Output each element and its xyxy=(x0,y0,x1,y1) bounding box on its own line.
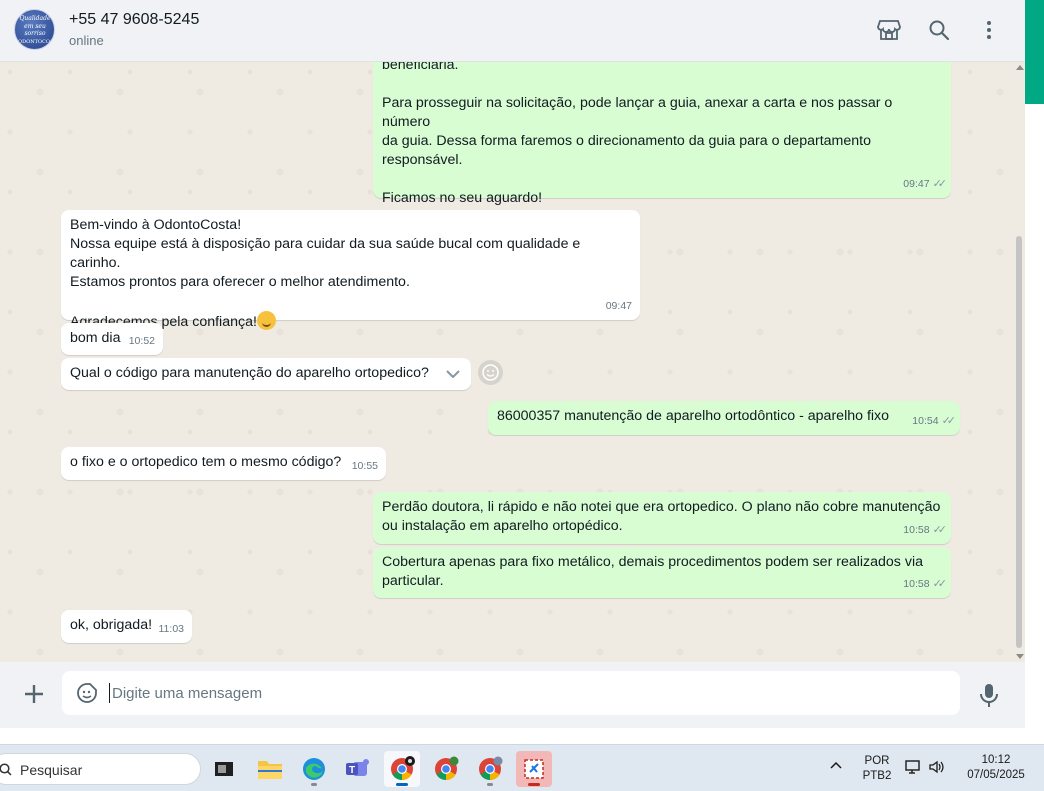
system-clock[interactable]: 10:12 07/05/2025 xyxy=(963,753,1029,783)
message-outgoing[interactable]: Perdão doutora, li rápido e não notei qu… xyxy=(373,492,951,544)
chevron-down-icon[interactable] xyxy=(445,366,461,382)
message-meta: 10:54 ✓✓ xyxy=(912,412,957,431)
contact-name[interactable]: +55 47 9608-5245 xyxy=(69,11,199,29)
chrome-profile-1-icon[interactable] xyxy=(384,751,420,787)
message-list[interactable]: beneficiária. Para prosseguir na solicit… xyxy=(0,62,1025,662)
message-text: beneficiária. Para prosseguir na solicit… xyxy=(382,62,893,206)
teams-icon[interactable]: T xyxy=(340,751,376,787)
network-icon[interactable] xyxy=(905,759,923,780)
contact-status: online xyxy=(69,33,104,48)
message-meta: 10:58 ✓✓ xyxy=(903,575,948,594)
message-meta: 10:52 xyxy=(128,335,155,347)
tray-chevron-up-icon[interactable] xyxy=(830,757,842,772)
plus-icon[interactable] xyxy=(21,681,47,707)
message-incoming[interactable]: ok, obrigada! 11:03 xyxy=(61,610,192,643)
smirk-emoji-icon xyxy=(256,311,276,330)
read-ticks-icon: ✓✓ xyxy=(932,578,948,590)
mic-icon[interactable] xyxy=(977,682,1001,708)
chrome-profile-2-icon[interactable] xyxy=(428,751,464,787)
message-text: Cobertura apenas para fixo metálico, dem… xyxy=(382,554,923,589)
taskbar-search[interactable]: Pesquisar xyxy=(0,753,201,785)
edge-browser-icon[interactable] xyxy=(296,751,332,787)
file-explorer-icon[interactable] xyxy=(252,751,288,787)
read-ticks-icon: ✓✓ xyxy=(941,415,957,427)
message-incoming[interactable]: bom dia 10:52 xyxy=(61,323,163,355)
window-bottom-edge xyxy=(0,728,1044,744)
sticker-icon[interactable] xyxy=(76,682,98,704)
input-language-indicator[interactable]: POR PTB2 xyxy=(860,754,894,784)
svg-text:T: T xyxy=(349,765,355,776)
message-outgoing[interactable]: Cobertura apenas para fixo metálico, dem… xyxy=(373,547,951,598)
message-incoming[interactable]: Bem-vindo à OdontoCosta! Nossa equipe es… xyxy=(61,210,640,330)
message-outgoing[interactable]: 86000357 manutenção de aparelho ortodônt… xyxy=(488,401,960,435)
task-view-icon[interactable] xyxy=(206,751,242,787)
search-icon[interactable] xyxy=(926,17,952,43)
message-meta: 10:55 xyxy=(351,460,378,472)
volume-icon[interactable] xyxy=(929,760,945,779)
message-outgoing[interactable]: beneficiária. Para prosseguir na solicit… xyxy=(373,62,951,206)
contact-avatar[interactable]: Qualidade em seu sorriso ODONTOCOSTA xyxy=(14,9,55,50)
chat-header: Qualidade em seu sorriso ODONTOCOSTA +55… xyxy=(0,0,1025,62)
search-label: Pesquisar xyxy=(20,762,83,778)
chat-scrollbar[interactable] xyxy=(1014,62,1025,662)
message-input[interactable] xyxy=(112,679,932,707)
message-meta: 09:47 xyxy=(605,300,632,312)
message-text: o fixo e o ortopedico tem o mesmo código… xyxy=(70,454,342,470)
message-text: Bem-vindo à OdontoCosta! Nossa equipe es… xyxy=(70,217,581,330)
store-icon[interactable] xyxy=(876,17,902,43)
message-incoming-hovered[interactable]: Qual o código para manutenção do aparelh… xyxy=(61,358,471,390)
emoji-react-icon[interactable] xyxy=(478,360,503,385)
message-meta: 09:47 ✓✓ xyxy=(903,175,948,194)
menu-dots-icon[interactable] xyxy=(976,17,1002,43)
message-composer xyxy=(0,662,1025,728)
read-ticks-icon: ✓✓ xyxy=(932,178,948,190)
message-meta: 10:58 ✓✓ xyxy=(903,521,948,540)
read-ticks-icon: ✓✓ xyxy=(932,524,948,536)
message-text: Qual o código para manutenção do aparelh… xyxy=(70,365,429,381)
window-edge xyxy=(1025,0,1044,728)
windows-taskbar: Pesquisar T POR PTB2 10:12 07/05/2025 xyxy=(0,744,1044,791)
message-text: 86000357 manutenção de aparelho ortodônt… xyxy=(497,408,890,424)
chrome-profile-3-icon[interactable] xyxy=(472,751,508,787)
message-input-box[interactable] xyxy=(62,671,960,715)
message-meta: 11:03 xyxy=(158,623,185,635)
message-text: Perdão doutora, li rápido e não notei qu… xyxy=(382,499,941,534)
snipping-tool-icon[interactable] xyxy=(516,751,552,787)
message-incoming[interactable]: o fixo e o ortopedico tem o mesmo código… xyxy=(61,447,386,480)
